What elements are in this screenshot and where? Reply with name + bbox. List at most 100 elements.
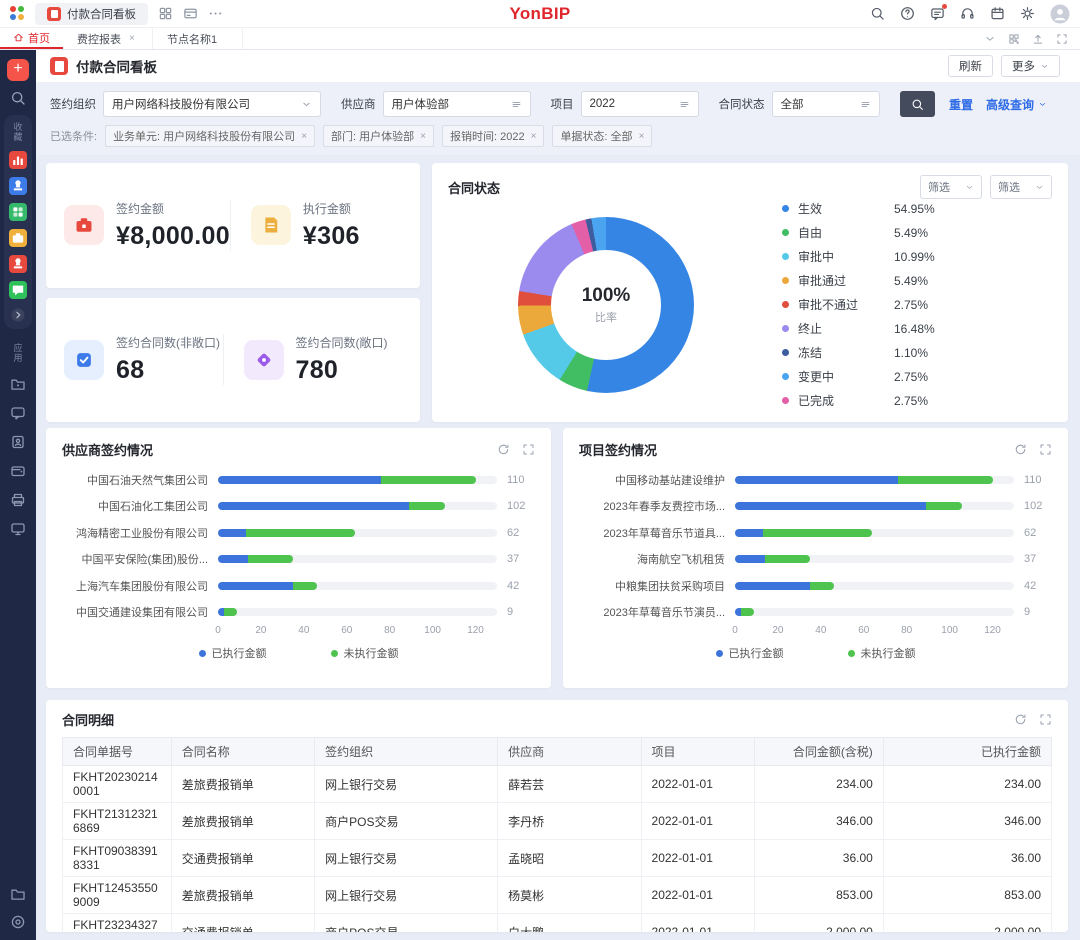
qr-grid-icon[interactable] — [1008, 33, 1020, 45]
filter-field-input-0[interactable]: 用户网络科技股份有限公司 — [103, 91, 321, 117]
close-tab-icon[interactable]: × — [129, 33, 135, 44]
grid-apps-icon[interactable] — [158, 6, 173, 21]
message-icon[interactable] — [930, 6, 945, 21]
bar-legend-已执行金额[interactable]: 已执行金额 — [716, 645, 784, 661]
filter-field-input-1[interactable]: 用户体验部 — [383, 91, 531, 117]
project-bar-chart[interactable]: 中国移动基站建设维护110 2023年春季友费控市场...102 2023年草莓音乐… — [579, 459, 1052, 623]
remove-tag-icon[interactable]: × — [639, 131, 645, 142]
table-row[interactable]: FKHT090383918331交通费报销单网上银行交易孟晓昭2022-01-0… — [63, 840, 1052, 877]
bar-row[interactable]: 中国石油天然气集团公司110 — [62, 471, 535, 489]
legend-item-已完成[interactable]: 已完成2.75% — [782, 391, 1037, 410]
legend-item-终止[interactable]: 终止16.48% — [782, 319, 1037, 338]
sidebar-chat-icon[interactable] — [10, 405, 26, 421]
upload-icon[interactable] — [1032, 33, 1044, 45]
kpi-label: 执行金额 — [303, 200, 360, 217]
contract-status-donut-chart[interactable]: 100% 比率 — [518, 217, 694, 393]
sidebar-target-icon[interactable] — [10, 914, 26, 930]
refresh-icon[interactable] — [1014, 443, 1027, 456]
table-row[interactable]: FKHT213123216869差旅费报销单商户POS交易李丹桥2022-01-… — [63, 803, 1052, 840]
more-ellipsis-icon[interactable] — [208, 6, 223, 21]
tabs-chevron-down-icon[interactable] — [984, 33, 996, 45]
sidebar-search-icon[interactable] — [10, 90, 26, 106]
refresh-button[interactable]: 刷新 — [948, 55, 993, 77]
bar-row[interactable]: 上海汽车集团股份有限公司42 — [62, 577, 535, 595]
add-button[interactable]: + — [7, 59, 29, 81]
donut-filter-select-1[interactable]: 筛选 — [990, 175, 1052, 199]
sidebar-doc-user-icon[interactable] — [10, 434, 26, 450]
bar-row[interactable]: 中国石油化工集团公司102 — [62, 497, 535, 515]
bar-legend-已执行金额[interactable]: 已执行金额 — [199, 645, 267, 661]
tab-home[interactable]: 首页 — [0, 28, 63, 49]
sidebar-fav-report-app-icon[interactable] — [9, 151, 27, 169]
nav-tab-1[interactable]: 节点名称1 — [153, 28, 243, 49]
bar-row[interactable]: 中国平安保险(集团)股份...37 — [62, 550, 535, 568]
headset-icon[interactable] — [960, 6, 975, 21]
expand-icon[interactable] — [1039, 713, 1052, 726]
sidebar-folder-icon[interactable] — [10, 886, 26, 902]
table-row[interactable]: FKHT124535509009差旅费报销单网上银行交易杨莫彬2022-01-0… — [63, 877, 1052, 914]
bar-row[interactable]: 中国交通建设集团有限公司9 — [62, 603, 535, 621]
expand-icon[interactable] — [1039, 443, 1052, 456]
bar-row[interactable]: 2023年草莓音乐节道具...62 — [579, 524, 1052, 542]
bar-row[interactable]: 鸿海精密工业股份有限公司62 — [62, 524, 535, 542]
sidebar-monitor-chat-icon[interactable] — [10, 521, 26, 537]
settings-icon[interactable] — [1020, 6, 1035, 21]
remove-tag-icon[interactable]: × — [420, 131, 426, 142]
bar-legend-未执行金额[interactable]: 未执行金额 — [848, 645, 916, 661]
bar-row[interactable]: 海南航空飞机租赁37 — [579, 550, 1052, 568]
remove-tag-icon[interactable]: × — [301, 131, 307, 142]
sidebar-folder-star-icon[interactable] — [10, 376, 26, 392]
advanced-query-link[interactable]: 高级查询 — [986, 96, 1047, 113]
bar-row[interactable]: 中国移动基站建设维护110 — [579, 471, 1052, 489]
bar-row[interactable]: 中粮集团扶贫采购项目42 — [579, 577, 1052, 595]
filter-field-input-3[interactable]: 全部 — [772, 91, 880, 117]
sidebar-printer-icon[interactable] — [10, 492, 26, 508]
legend-item-审批通过[interactable]: 审批通过5.49% — [782, 271, 1037, 290]
legend-item-冻结[interactable]: 冻结1.10% — [782, 343, 1037, 362]
sidebar-fav-briefcase-app-icon[interactable] — [9, 229, 27, 247]
remove-tag-icon[interactable]: × — [531, 131, 537, 142]
dashboard-doc-tab[interactable]: 付款合同看板 — [35, 3, 148, 25]
legend-percent: 16.48% — [894, 322, 1037, 336]
card-view-icon[interactable] — [183, 6, 198, 21]
nav-tab-0[interactable]: 费控报表× — [63, 28, 153, 49]
sidebar-fav-stamp-app-icon[interactable] — [9, 177, 27, 195]
bar-track — [218, 582, 497, 590]
legend-item-变更中[interactable]: 变更中2.75% — [782, 367, 1037, 386]
legend-item-自由[interactable]: 自由5.49% — [782, 223, 1037, 242]
more-button[interactable]: 更多 — [1001, 55, 1060, 77]
sidebar-fav-seal-app-icon[interactable] — [9, 255, 27, 273]
table-row[interactable]: FKHT202302140001差旅费报销单网上银行交易薛若芸2022-01-0… — [63, 766, 1052, 803]
sidebar-fav-chat-app-icon[interactable] — [9, 281, 27, 299]
search-icon[interactable] — [870, 6, 885, 21]
refresh-icon[interactable] — [497, 443, 510, 456]
expand-icon[interactable] — [522, 443, 535, 456]
kpi-value: ¥306 — [303, 222, 360, 251]
refresh-icon[interactable] — [1014, 713, 1027, 726]
donut-filter-select-0[interactable]: 筛选 — [920, 175, 982, 199]
reset-link[interactable]: 重置 — [949, 96, 973, 113]
bar-row[interactable]: 2023年春季友费控市场...102 — [579, 497, 1052, 515]
bar-category-label: 中国交通建设集团有限公司 — [62, 604, 208, 620]
supplier-bar-chart[interactable]: 中国石油天然气集团公司110 中国石油化工集团公司102 鸿海精密工业股份有限公司6… — [62, 459, 535, 623]
legend-item-审批不通过[interactable]: 审批不通过2.75% — [782, 295, 1037, 314]
dashboard-doc-icon — [47, 7, 61, 21]
expand-favorites-icon[interactable] — [10, 307, 26, 323]
calendar-icon[interactable] — [990, 6, 1005, 21]
search-button[interactable] — [900, 91, 935, 117]
sidebar-wallet-icon[interactable] — [10, 463, 26, 479]
bar-row[interactable]: 2023年草莓音乐节演员...9 — [579, 603, 1052, 621]
help-icon[interactable] — [900, 6, 915, 21]
legend-item-生效[interactable]: 生效54.95% — [782, 199, 1037, 218]
bar-legend-未执行金额[interactable]: 未执行金额 — [331, 645, 399, 661]
fullscreen-icon[interactable] — [1056, 33, 1068, 45]
sidebar-fav-grid-app-icon[interactable] — [9, 203, 27, 221]
table-cell: 薛若芸 — [498, 766, 641, 803]
user-avatar[interactable] — [1050, 4, 1070, 24]
filter-field-input-2[interactable]: 2022 — [581, 91, 699, 117]
legend-item-审批中[interactable]: 审批中10.99% — [782, 247, 1037, 266]
app-window: 付款合同看板 YonBIP 首页 费控报表×节点名称1 + 收藏 — [0, 0, 1080, 940]
table-row[interactable]: FKHT232343277467交通费报销单商户POS交易白大鹏2022-01-… — [63, 914, 1052, 933]
yonyou-logo-icon[interactable] — [10, 6, 25, 21]
kpi-doc-icon — [251, 205, 291, 245]
